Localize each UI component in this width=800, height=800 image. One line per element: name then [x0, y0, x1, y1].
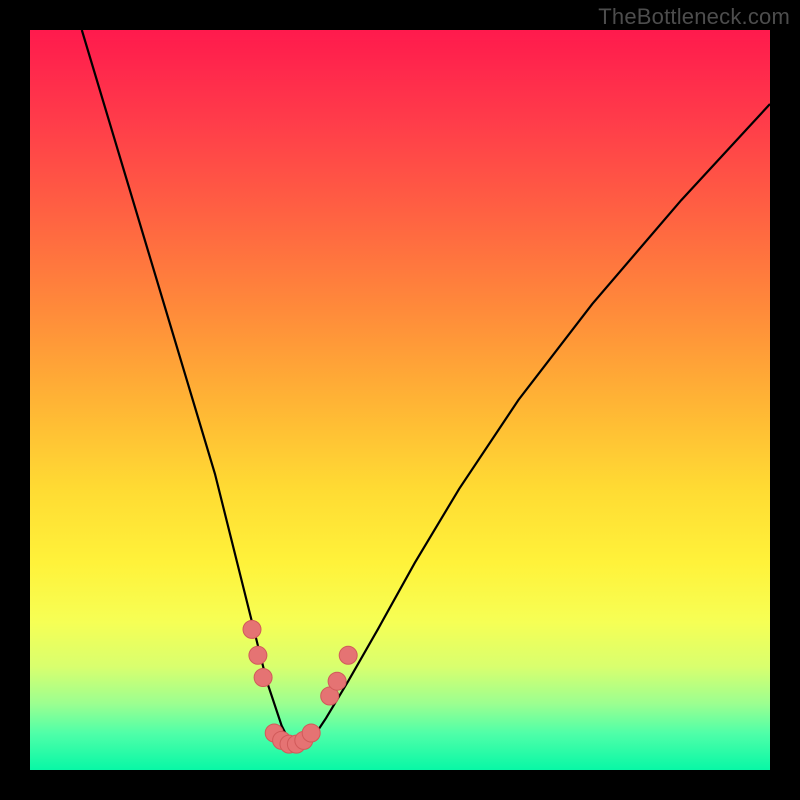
plot-area [30, 30, 770, 770]
chart-frame: TheBottleneck.com [0, 0, 800, 800]
curve-markers [243, 620, 357, 753]
curve-layer [30, 30, 770, 770]
curve-marker [254, 669, 272, 687]
curve-marker [328, 672, 346, 690]
curve-marker [302, 724, 320, 742]
curve-marker [243, 620, 261, 638]
curve-marker [249, 646, 267, 664]
bottleneck-curve [82, 30, 770, 748]
curve-marker [339, 646, 357, 664]
watermark-text: TheBottleneck.com [598, 4, 790, 30]
